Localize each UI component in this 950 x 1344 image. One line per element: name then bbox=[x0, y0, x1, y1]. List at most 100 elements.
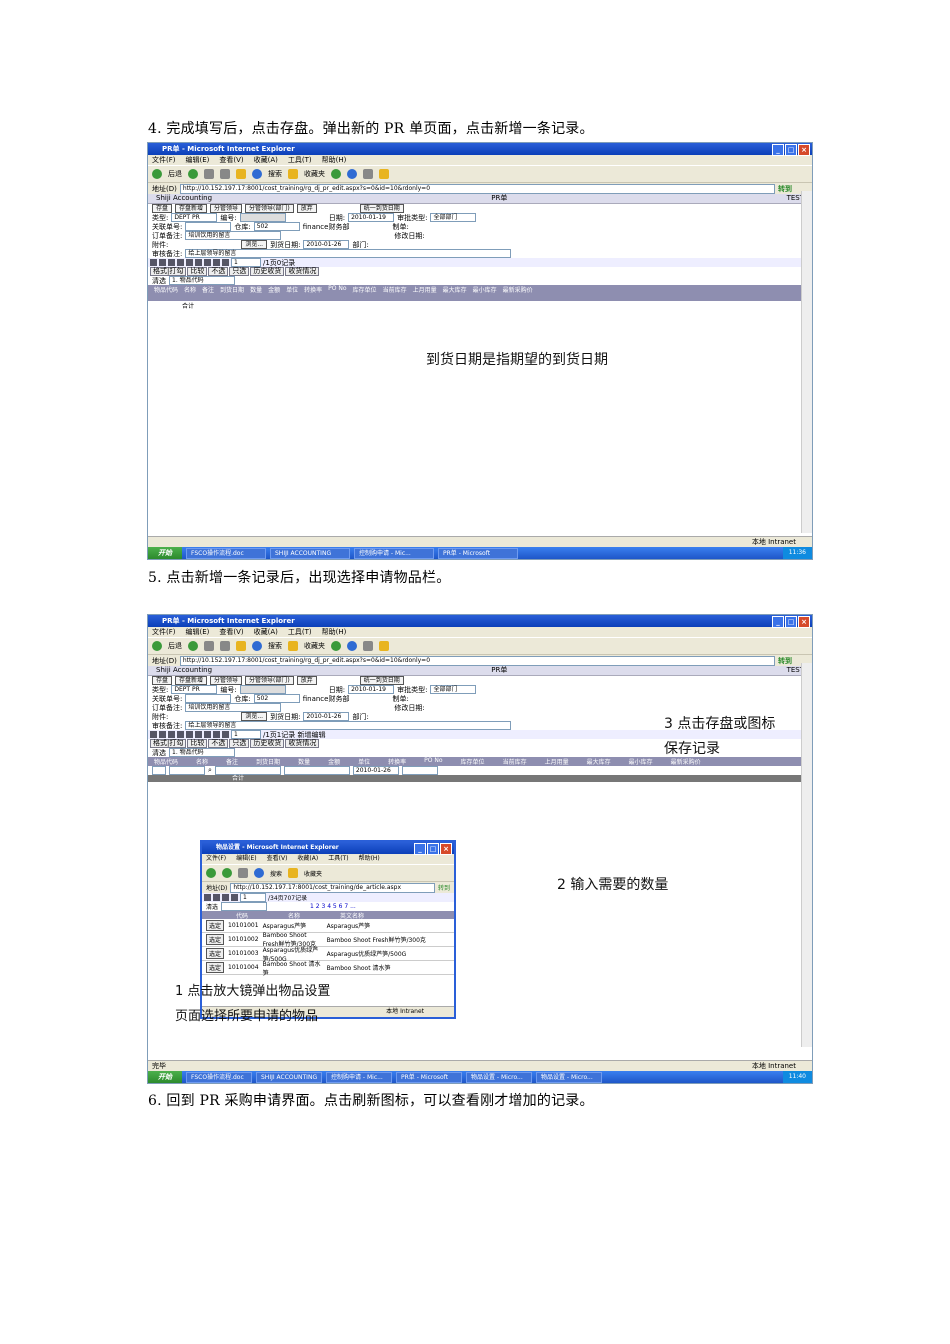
magnifier-icon[interactable]: ⌕ bbox=[208, 766, 212, 775]
address-input[interactable]: http://10.152.197.17:8001/cost_training/… bbox=[230, 882, 435, 893]
menu-view[interactable]: 查看(V) bbox=[219, 155, 243, 165]
order-note-field[interactable]: 培训饮用的留言 bbox=[185, 703, 282, 712]
menu-help[interactable]: 帮助(H) bbox=[359, 854, 380, 864]
task-item[interactable]: 物品设置 - Micro... bbox=[466, 1071, 532, 1083]
task-item[interactable]: SHIJI ACCOUNTING bbox=[270, 547, 350, 559]
home-icon[interactable] bbox=[236, 169, 246, 179]
filter-field[interactable] bbox=[221, 902, 268, 911]
page-input[interactable]: 1 bbox=[240, 893, 266, 902]
menu-edit[interactable]: 编辑(E) bbox=[186, 627, 210, 637]
filter-field[interactable]: 1. 物品代码 bbox=[169, 276, 235, 285]
refresh-icon[interactable] bbox=[220, 169, 230, 179]
delete-record-icon[interactable] bbox=[195, 731, 202, 738]
date-cell[interactable]: 2010-01-26 bbox=[352, 766, 399, 775]
menu-file[interactable]: 文件(F) bbox=[152, 155, 176, 165]
maximize-icon[interactable]: □ bbox=[427, 843, 439, 855]
menu-edit[interactable]: 编辑(E) bbox=[236, 854, 256, 864]
task-item[interactable]: PR单 - Microsoft bbox=[438, 547, 518, 559]
print-icon[interactable] bbox=[363, 169, 373, 179]
maximize-icon[interactable]: □ bbox=[785, 616, 797, 628]
audit-note-field[interactable]: 给上层领导的留言 bbox=[185, 721, 512, 730]
save-new-button[interactable]: 存盘新增 bbox=[175, 204, 208, 213]
browse-button[interactable]: 浏览... bbox=[241, 240, 268, 249]
filter-label[interactable]: 清选 bbox=[152, 276, 166, 286]
start-button[interactable]: 开始 bbox=[148, 1071, 182, 1083]
refresh-icon[interactable] bbox=[213, 731, 220, 738]
folder-icon[interactable] bbox=[379, 169, 389, 179]
search-icon[interactable] bbox=[252, 169, 262, 179]
filter-label[interactable]: 清选 bbox=[206, 902, 218, 911]
scrollbar[interactable] bbox=[801, 191, 812, 533]
tab-only[interactable]: 只选 bbox=[229, 267, 250, 276]
tab-receipt[interactable]: 收货情况 bbox=[285, 739, 320, 748]
menu-help[interactable]: 帮助(H) bbox=[322, 155, 347, 165]
qty-input[interactable] bbox=[401, 766, 438, 775]
media-icon[interactable] bbox=[331, 169, 341, 179]
minimize-icon[interactable]: _ bbox=[414, 843, 426, 855]
task-item[interactable]: PR单 - Microsoft bbox=[396, 1071, 462, 1083]
select-button[interactable]: 选定 bbox=[206, 920, 225, 931]
scrollbar[interactable] bbox=[801, 663, 812, 1047]
task-item[interactable]: 控制购申请 - Mic... bbox=[354, 547, 434, 559]
close-icon[interactable]: × bbox=[798, 616, 810, 628]
arrive-field[interactable]: 2010-01-26 bbox=[303, 712, 350, 721]
stop-icon[interactable] bbox=[204, 641, 214, 651]
task-item[interactable]: FSCO操作流程.doc bbox=[186, 547, 266, 559]
menu-help[interactable]: 帮助(H) bbox=[322, 627, 347, 637]
discard-button[interactable]: 放弃 bbox=[296, 204, 317, 213]
first-icon[interactable] bbox=[150, 731, 157, 738]
forward-icon[interactable] bbox=[188, 641, 198, 651]
tab-only[interactable]: 只选 bbox=[229, 739, 250, 748]
menu-tools[interactable]: 工具(T) bbox=[328, 854, 348, 864]
prev-icon[interactable] bbox=[159, 259, 166, 266]
mail-icon[interactable] bbox=[347, 169, 357, 179]
code-input[interactable] bbox=[169, 766, 205, 775]
add-record-icon[interactable] bbox=[186, 731, 193, 738]
page-links[interactable]: 1 2 3 4 5 6 7 ... bbox=[310, 903, 356, 910]
row-checkbox[interactable] bbox=[152, 766, 166, 775]
close-icon[interactable]: × bbox=[440, 843, 452, 855]
menu-favorites[interactable]: 收藏(A) bbox=[297, 854, 318, 864]
related-field[interactable] bbox=[185, 222, 232, 231]
note-cell[interactable] bbox=[283, 766, 350, 775]
task-item[interactable]: 控制购申请 - Mic... bbox=[326, 1071, 392, 1083]
search-icon[interactable] bbox=[254, 868, 264, 878]
back-icon[interactable] bbox=[152, 641, 162, 651]
next-icon[interactable] bbox=[168, 731, 175, 738]
order-note-field[interactable]: 培训饮用的留言 bbox=[185, 231, 282, 240]
save-icon[interactable] bbox=[222, 731, 229, 738]
filter-label[interactable]: 清选 bbox=[152, 748, 166, 758]
filter-field[interactable]: 1. 物品代码 bbox=[169, 748, 235, 757]
back-label[interactable]: 后退 bbox=[168, 641, 182, 651]
save-icon[interactable] bbox=[222, 259, 229, 266]
tab-compare[interactable]: 比较 bbox=[187, 267, 208, 276]
search-label[interactable]: 搜索 bbox=[268, 169, 282, 179]
next-icon[interactable] bbox=[222, 894, 229, 901]
start-button[interactable]: 开始 bbox=[148, 547, 182, 559]
select-button[interactable]: 选定 bbox=[206, 934, 225, 945]
task-item[interactable]: SHIJI ACCOUNTING bbox=[256, 1071, 322, 1083]
maximize-icon[interactable]: □ bbox=[785, 144, 797, 156]
favorites-icon[interactable] bbox=[288, 169, 298, 179]
back-icon[interactable] bbox=[206, 868, 216, 878]
stop-icon[interactable] bbox=[238, 868, 248, 878]
folder-icon[interactable] bbox=[379, 641, 389, 651]
page-input[interactable]: 1 bbox=[231, 258, 261, 267]
menu-edit[interactable]: 编辑(E) bbox=[186, 155, 210, 165]
menu-favorites[interactable]: 收藏(A) bbox=[254, 155, 278, 165]
tab-unselect[interactable]: 不选 bbox=[208, 267, 229, 276]
menu-file[interactable]: 文件(F) bbox=[152, 627, 176, 637]
search-label[interactable]: 搜索 bbox=[270, 869, 282, 878]
edit-icon[interactable] bbox=[204, 259, 211, 266]
minimize-icon[interactable]: _ bbox=[772, 616, 784, 628]
last-icon[interactable] bbox=[177, 731, 184, 738]
approve-type-select[interactable]: 全部部门 bbox=[430, 213, 477, 222]
add-record-icon[interactable] bbox=[186, 259, 193, 266]
date-field[interactable]: 2010-01-19 bbox=[348, 685, 395, 694]
manager-dept-button[interactable]: 分管领导(部门) bbox=[245, 676, 294, 685]
related-field[interactable] bbox=[185, 694, 232, 703]
edit-icon[interactable] bbox=[204, 731, 211, 738]
refresh-icon[interactable] bbox=[213, 259, 220, 266]
task-item[interactable]: FSCO操作流程.doc bbox=[186, 1071, 252, 1083]
tab-unselect[interactable]: 不选 bbox=[208, 739, 229, 748]
